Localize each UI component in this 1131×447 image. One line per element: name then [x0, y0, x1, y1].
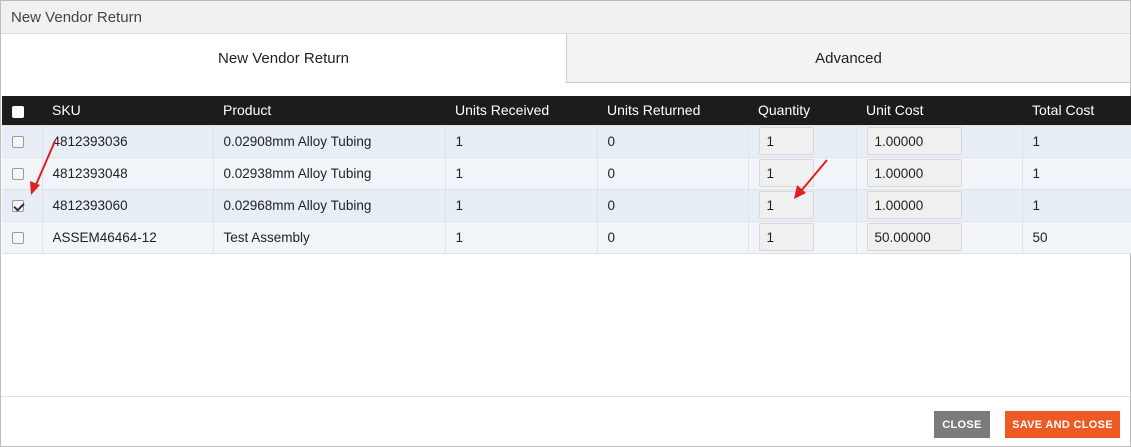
quantity-input[interactable]: 1	[758, 159, 814, 187]
units-received-cell: 1	[445, 124, 598, 157]
units-received-cell: 1	[445, 188, 598, 221]
units-returned-cell: 0	[597, 124, 749, 157]
tab-advanced[interactable]: Advanced	[566, 34, 1130, 83]
units-received-cell: 1	[445, 156, 598, 189]
units-returned-cell: 0	[597, 220, 749, 254]
quantity-cell: 1	[748, 156, 857, 189]
total-cost-cell: 1	[1022, 188, 1131, 221]
tab-new-vendor-return[interactable]: New Vendor Return	[1, 34, 566, 83]
total-cost-cell: 1	[1022, 156, 1131, 189]
quantity-input[interactable]: 1	[758, 223, 814, 251]
product-cell: 0.02968mm Alloy Tubing	[213, 188, 446, 221]
save-and-close-button[interactable]: SAVE AND CLOSE	[1005, 411, 1120, 438]
dialog-title-bar: New Vendor Return	[1, 1, 1130, 34]
table-row: 4812393060 0.02968mm Alloy Tubing 1 0 1 …	[2, 188, 1131, 221]
units-returned-cell: 0	[597, 156, 749, 189]
row-checkbox[interactable]	[12, 167, 24, 180]
unit-cost-cell: 1.00000	[856, 124, 1023, 157]
table-row: 4812393048 0.02938mm Alloy Tubing 1 0 1 …	[2, 156, 1131, 189]
units-returned-cell: 0	[597, 188, 749, 221]
sku-cell: 4812393060	[42, 188, 214, 221]
dialog-footer: CLOSE SAVE AND CLOSE	[1, 396, 1130, 446]
column-header-quantity[interactable]: Quantity	[748, 96, 856, 125]
select-all-checkbox[interactable]	[12, 105, 24, 118]
unit-cost-cell: 1.00000	[856, 156, 1023, 189]
table-row: 4812393036 0.02908mm Alloy Tubing 1 0 1 …	[2, 124, 1131, 157]
product-cell: 0.02908mm Alloy Tubing	[213, 124, 446, 157]
product-cell: 0.02938mm Alloy Tubing	[213, 156, 446, 189]
quantity-input[interactable]: 1	[758, 127, 814, 155]
quantity-input[interactable]: 1	[758, 191, 814, 219]
row-select-cell	[2, 188, 43, 221]
row-checkbox[interactable]	[12, 231, 24, 244]
unit-cost-input[interactable]: 1.00000	[866, 191, 962, 219]
total-cost-cell: 50	[1022, 220, 1131, 254]
row-select-cell	[2, 156, 43, 189]
sku-cell: 4812393048	[42, 156, 214, 189]
column-header-unit-cost[interactable]: Unit Cost	[856, 96, 1022, 125]
unit-cost-input[interactable]: 1.00000	[866, 127, 962, 155]
product-cell: Test Assembly	[213, 220, 446, 254]
close-button[interactable]: CLOSE	[934, 411, 990, 438]
row-checkbox-checked[interactable]	[12, 199, 24, 212]
quantity-cell: 1	[748, 188, 857, 221]
row-select-cell	[2, 220, 43, 254]
sku-cell: ASSEM46464-12	[42, 220, 214, 254]
select-all-header	[2, 96, 42, 125]
table-row: ASSEM46464-12 Test Assembly 1 0 1 50.000…	[2, 220, 1131, 254]
quantity-cell: 1	[748, 124, 857, 157]
column-header-sku[interactable]: SKU	[42, 96, 213, 125]
total-cost-cell: 1	[1022, 124, 1131, 157]
unit-cost-cell: 50.00000	[856, 220, 1023, 254]
table-header-row: SKU Product Units Received Units Returne…	[2, 96, 1131, 125]
new-vendor-return-dialog: New Vendor Return New Vendor Return Adva…	[0, 0, 1131, 447]
units-received-cell: 1	[445, 220, 598, 254]
quantity-cell: 1	[748, 220, 857, 254]
column-header-units-returned[interactable]: Units Returned	[597, 96, 748, 125]
row-checkbox[interactable]	[12, 135, 24, 148]
tab-bar: New Vendor Return Advanced	[1, 34, 1130, 83]
sku-cell: 4812393036	[42, 124, 214, 157]
dialog-title: New Vendor Return	[11, 9, 142, 26]
unit-cost-cell: 1.00000	[856, 188, 1023, 221]
column-header-product[interactable]: Product	[213, 96, 445, 125]
unit-cost-input[interactable]: 1.00000	[866, 159, 962, 187]
unit-cost-input[interactable]: 50.00000	[866, 223, 962, 251]
column-header-units-received[interactable]: Units Received	[445, 96, 597, 125]
column-header-total-cost[interactable]: Total Cost	[1022, 96, 1131, 125]
row-select-cell	[2, 124, 43, 157]
vendor-return-table: SKU Product Units Received Units Returne…	[2, 96, 1131, 254]
